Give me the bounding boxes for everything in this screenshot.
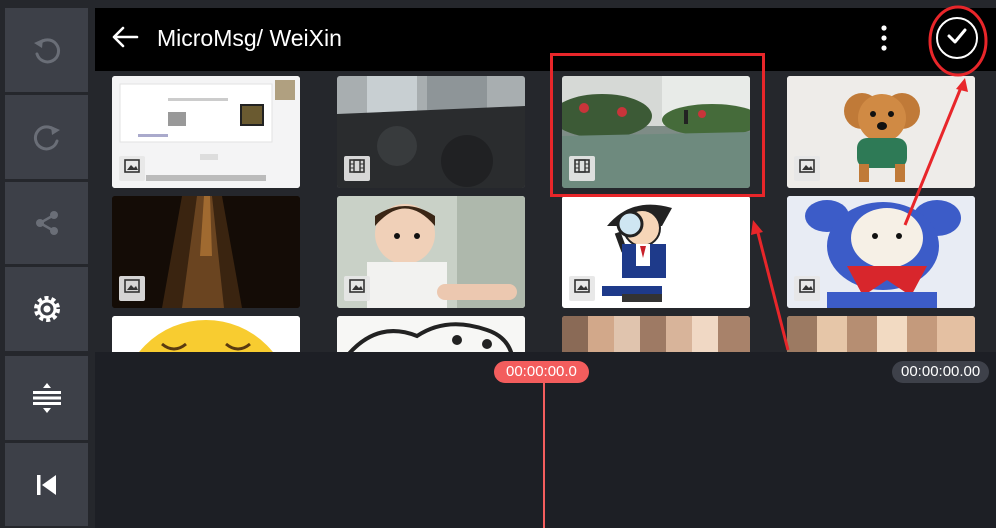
annotation-overlay [751, 5, 988, 351]
app-window: MicroMsg/ WeiXin 00:00:00.0 00:00:00.00 [0, 0, 996, 528]
